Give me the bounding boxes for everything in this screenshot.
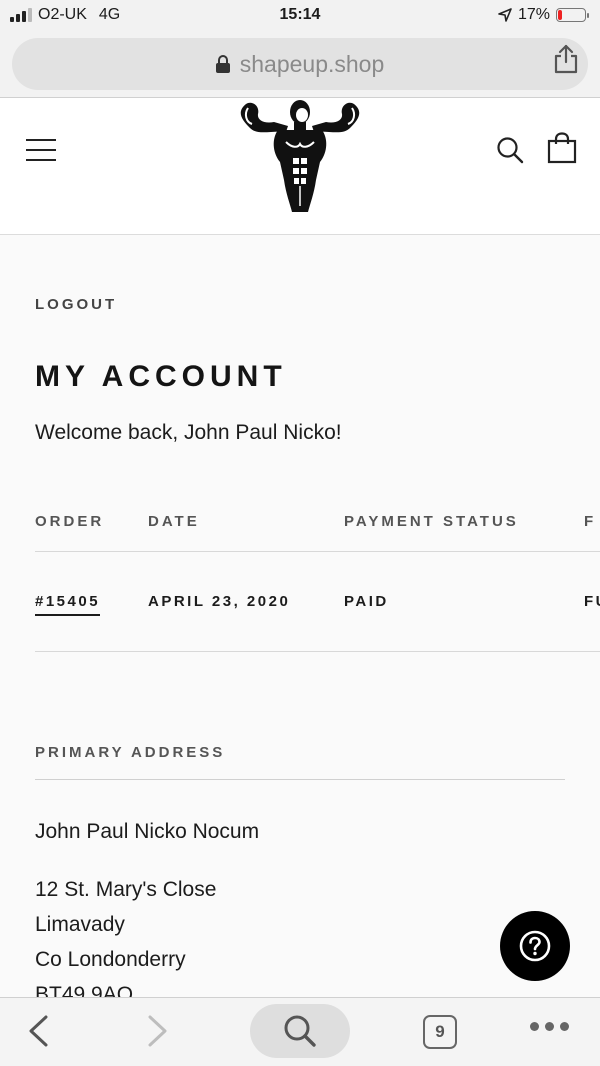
order-number-link[interactable]: #15405	[35, 593, 101, 616]
column-header-fulfillment: F	[584, 513, 597, 530]
battery-icon	[556, 8, 589, 22]
order-date-cell: APRIL 23, 2020	[148, 593, 291, 610]
address-bar[interactable]: shapeup.shop	[12, 38, 588, 90]
help-button[interactable]	[500, 911, 570, 981]
search-icon	[284, 1015, 316, 1047]
address-line: 12 St. Mary's Close	[35, 878, 217, 901]
browser-search-button[interactable]	[250, 1004, 350, 1058]
address-line: Limavady	[35, 913, 125, 936]
address-divider	[35, 779, 565, 780]
back-arrow-icon[interactable]	[26, 1014, 50, 1048]
url-text: shapeup.shop	[239, 50, 385, 77]
question-mark-icon	[519, 930, 551, 962]
search-icon[interactable]	[496, 136, 524, 164]
bodybuilder-logo-icon[interactable]	[224, 98, 376, 216]
forward-arrow-icon[interactable]	[146, 1014, 170, 1048]
shopping-bag-icon[interactable]	[547, 132, 577, 164]
page-title: MY ACCOUNT	[35, 360, 287, 393]
table-row-divider	[35, 651, 600, 652]
browser-address-area: shapeup.shop	[0, 32, 600, 98]
welcome-message: Welcome back, John Paul Nicko!	[35, 421, 342, 444]
column-header-date: DATE	[148, 513, 200, 530]
site-header	[0, 98, 600, 235]
address-line: BT49 9AQ	[35, 983, 134, 997]
logout-link[interactable]: LOGOUT	[35, 296, 117, 313]
address-line: Co Londonderry	[35, 948, 186, 971]
column-header-payment-status: PAYMENT STATUS	[344, 513, 519, 530]
lock-icon	[215, 55, 230, 73]
tabs-button[interactable]: 9	[423, 1015, 457, 1049]
order-number-cell: #15405	[35, 593, 101, 616]
column-header-order: ORDER	[35, 513, 105, 530]
battery-level	[558, 10, 563, 20]
fulfillment-status-cell: FU	[584, 593, 600, 610]
status-right: 17%	[498, 6, 589, 24]
payment-status-cell: PAID	[344, 593, 389, 610]
more-options-icon[interactable]	[530, 1022, 569, 1031]
table-header-divider	[35, 551, 600, 552]
location-arrow-icon	[498, 8, 512, 22]
account-page: LOGOUT MY ACCOUNT Welcome back, John Pau…	[0, 235, 600, 997]
share-icon[interactable]	[552, 44, 580, 74]
address-name: John Paul Nicko Nocum	[35, 820, 260, 843]
hamburger-menu-icon[interactable]	[26, 139, 56, 161]
address-lines: 12 St. Mary's Close Limavady Co Londonde…	[35, 872, 216, 997]
primary-address-heading: PRIMARY ADDRESS	[35, 744, 226, 761]
browser-toolbar: 9	[0, 997, 600, 1066]
battery-percent: 17%	[517, 6, 550, 23]
status-bar: O2-UK 4G 15:14 17%	[0, 0, 600, 32]
